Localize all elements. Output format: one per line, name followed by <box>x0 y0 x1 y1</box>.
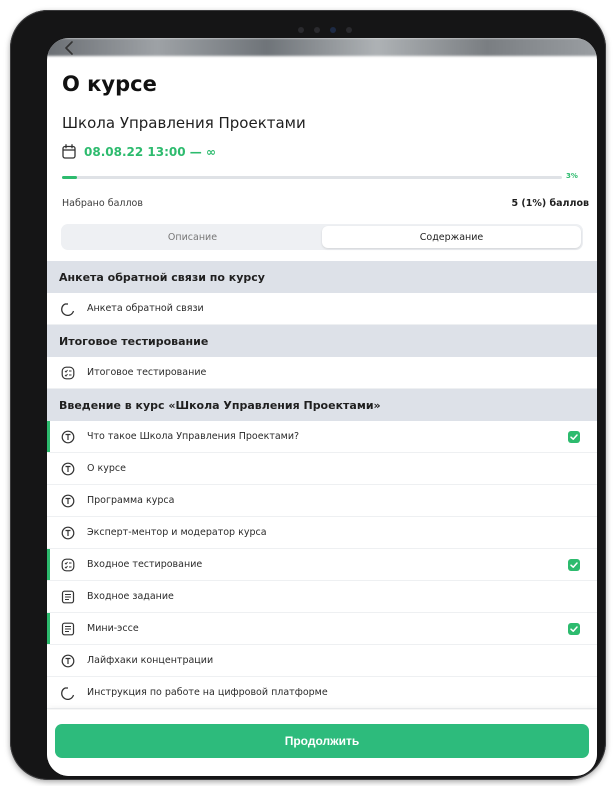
check-icon <box>568 431 580 443</box>
lesson-item[interactable]: Что такое Школа Управления Проектами? <box>47 421 597 453</box>
continue-button[interactable]: Продолжить <box>55 724 589 758</box>
lesson-item[interactable]: Мини-эссе <box>47 613 597 645</box>
lesson-label: Программа курса <box>87 495 175 506</box>
lesson-label: Входное задание <box>87 591 174 602</box>
text-lesson-icon <box>61 654 75 667</box>
course-contents-list: Анкета обратной связи по курсу Анкета обр… <box>47 261 597 709</box>
lesson-item[interactable]: Лайфхаки концентрации <box>47 645 597 677</box>
bottom-bar: Продолжить <box>47 710 597 776</box>
survey-icon <box>61 302 75 316</box>
lesson-item[interactable]: Анкета обратной связи <box>47 293 597 325</box>
section-header: Введение в курс «Школа Управления Проект… <box>47 389 597 421</box>
section-header: Анкета обратной связи по курсу <box>47 261 597 293</box>
test-icon <box>61 366 75 379</box>
lesson-item[interactable]: Входное тестирование <box>47 549 597 581</box>
lesson-item[interactable]: Инструкция по работе на цифровой платфор… <box>47 677 597 709</box>
progress-percent: 3% <box>566 172 578 180</box>
progress-bar <box>62 176 562 179</box>
content-tabs: Описание Содержание <box>61 224 583 250</box>
lesson-label: О курсе <box>87 463 126 474</box>
sensor-dot <box>346 27 352 33</box>
text-lesson-icon <box>61 494 75 507</box>
assignment-icon <box>61 622 75 635</box>
text-lesson-icon <box>61 462 75 475</box>
lesson-item[interactable]: О курсе <box>47 453 597 485</box>
check-icon <box>568 623 580 635</box>
page-title: О курсе <box>62 72 157 96</box>
check-icon <box>568 559 580 571</box>
lesson-label: Эксперт-ментор и модератор курса <box>87 527 267 538</box>
header-image <box>47 38 597 56</box>
sensor-dot <box>314 27 320 33</box>
back-button[interactable] <box>57 38 81 60</box>
lesson-item[interactable]: Итоговое тестирование <box>47 357 597 389</box>
lesson-label: Входное тестирование <box>87 559 203 570</box>
tab-contents[interactable]: Содержание <box>322 226 581 248</box>
lesson-item[interactable]: Программа курса <box>47 485 597 517</box>
camera-lens <box>330 27 336 33</box>
lesson-label: Анкета обратной связи <box>87 303 204 314</box>
assignment-icon <box>61 590 75 603</box>
camera-bar <box>280 25 370 35</box>
score-value: 5 (1%) баллов <box>511 198 589 209</box>
lesson-item[interactable]: Входное задание <box>47 581 597 613</box>
lesson-label: Что такое Школа Управления Проектами? <box>87 431 300 442</box>
score-row: Набрано баллов 5 (1%) баллов <box>62 198 589 209</box>
survey-icon <box>61 686 75 700</box>
lesson-label: Инструкция по работе на цифровой платфор… <box>87 687 328 698</box>
lesson-label: Лайфхаки концентрации <box>87 655 214 666</box>
sensor-dot <box>298 27 304 33</box>
app-screen: О курсе Школа Управления Проектами 08.08… <box>47 38 597 776</box>
score-label: Набрано баллов <box>62 198 143 209</box>
course-name: Школа Управления Проектами <box>62 114 306 132</box>
section-header: Итоговое тестирование <box>47 325 597 357</box>
tablet-frame: О курсе Школа Управления Проектами 08.08… <box>10 10 606 780</box>
test-icon <box>61 558 75 571</box>
lesson-label: Итоговое тестирование <box>87 367 207 378</box>
progress-fill <box>62 176 77 179</box>
lesson-item[interactable]: Эксперт-ментор и модератор курса <box>47 517 597 549</box>
chevron-left-icon <box>65 41 73 55</box>
lesson-label: Мини-эссе <box>87 623 139 634</box>
text-lesson-icon <box>61 526 75 539</box>
course-date: 08.08.22 13:00 — ∞ <box>84 144 216 159</box>
calendar-icon <box>62 144 76 159</box>
text-lesson-icon <box>61 430 75 443</box>
course-date-row: 08.08.22 13:00 — ∞ <box>62 144 216 159</box>
tab-description[interactable]: Описание <box>63 226 322 248</box>
